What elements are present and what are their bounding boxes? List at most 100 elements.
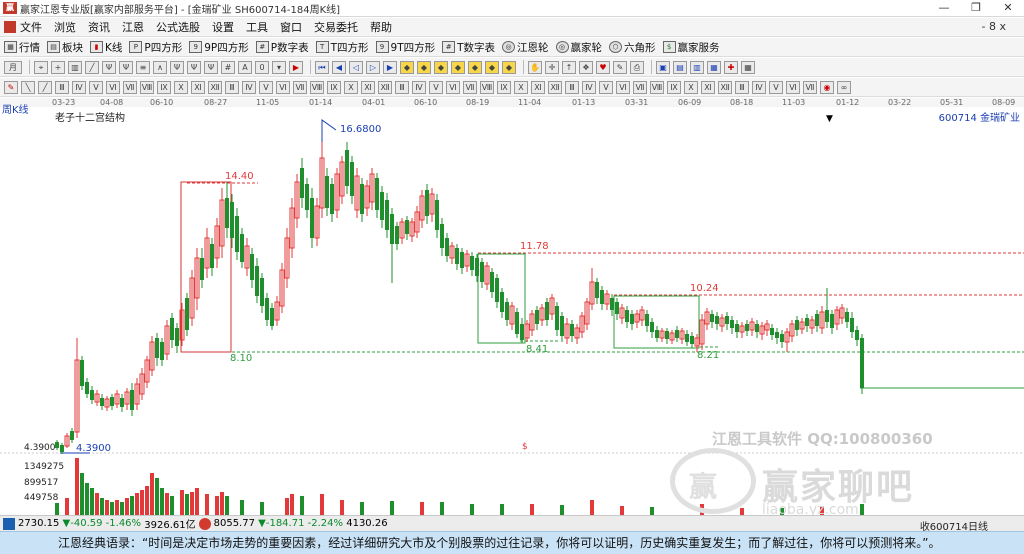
menu-help[interactable]: 帮助 [370,19,392,35]
menu-tools[interactable]: 工具 [246,19,268,35]
diamond-tool-7-icon[interactable]: ◆ [502,60,516,74]
bar-tool-23-icon[interactable]: Ⅴ [429,80,443,94]
bar-tool-19-icon[interactable]: Ⅺ [361,80,375,94]
channel-tool-icon[interactable]: ≡ [136,60,150,74]
flag-icon[interactable]: ▶ [289,60,303,74]
quotes-button[interactable]: ▦ 行情 [4,40,40,55]
bar-tool-31-icon[interactable]: Ⅲ [565,80,579,94]
window-icon[interactable]: ▣ [656,60,670,74]
bar-tool-43-icon[interactable]: Ⅴ [769,80,783,94]
minimize-button[interactable]: — [928,0,960,17]
9t-square-button[interactable]: 9 9T四方形 [375,40,435,55]
bar-tool-4-icon[interactable]: Ⅵ [106,80,120,94]
prev-icon[interactable]: ◀ [332,60,346,74]
bar-tool-40-icon[interactable]: Ⅻ [718,80,732,94]
p-number-table-button[interactable]: # P数字表 [255,40,309,55]
circle-tool-icon[interactable]: ◉ [820,80,834,94]
t-square-button[interactable]: T T四方形 [315,40,369,55]
bar-tool-42-icon[interactable]: Ⅳ [752,80,766,94]
bar-tool-27-icon[interactable]: Ⅸ [497,80,511,94]
line-tool-icon[interactable]: ╱ [85,60,99,74]
arrow-up-icon[interactable]: ↑ [562,60,576,74]
bar-tool-20-icon[interactable]: Ⅻ [378,80,392,94]
fork-tool-2-icon[interactable]: Ψ [119,60,133,74]
diamond-tool-icon[interactable]: ◆ [400,60,414,74]
menu-settings[interactable]: 设置 [212,19,234,35]
bar-tool-25-icon[interactable]: Ⅶ [463,80,477,94]
bar-tool-39-icon[interactable]: Ⅺ [701,80,715,94]
mdi-window-controls[interactable]: - 8 x [982,20,1006,33]
crosshair-icon[interactable]: ✛ [545,60,559,74]
bar-chart-icon[interactable]: ▥ [68,60,82,74]
bar-tool-15-icon[interactable]: Ⅶ [293,80,307,94]
book-icon[interactable]: ▦ [707,60,721,74]
back-icon[interactable]: ◁ [349,60,363,74]
tool-red-icon[interactable]: ✚ [724,60,738,74]
bar-tool-38-icon[interactable]: Ⅹ [684,80,698,94]
bar-tool-10-icon[interactable]: Ⅻ [208,80,222,94]
bar-tool-36-icon[interactable]: Ⅷ [650,80,664,94]
winner-service-button[interactable]: $ 赢家服务 [662,40,720,55]
palette-icon[interactable]: ✎ [613,60,627,74]
bar-tool-7-icon[interactable]: Ⅸ [157,80,171,94]
bar-tool-17-icon[interactable]: Ⅸ [327,80,341,94]
bar-tool-13-icon[interactable]: Ⅴ [259,80,273,94]
kline-button[interactable]: ▮ K线 [90,40,122,55]
bar-tool-22-icon[interactable]: Ⅳ [412,80,426,94]
diamond-tool-6-icon[interactable]: ◆ [485,60,499,74]
bar-tool-35-icon[interactable]: Ⅶ [633,80,647,94]
bar-tool-11-icon[interactable]: Ⅲ [225,80,239,94]
first-icon[interactable]: ⏮ [315,60,329,74]
diamond-tool-5-icon[interactable]: ◆ [468,60,482,74]
bar-tool-18-icon[interactable]: Ⅹ [344,80,358,94]
9p-square-button[interactable]: 9 9P四方形 [189,40,249,55]
cursor-tool-icon[interactable]: ⌖ [34,60,48,74]
bar-tool-37-icon[interactable]: Ⅸ [667,80,681,94]
indicator-dropdown-icon[interactable]: ▼ [826,114,833,124]
text-tool-icon[interactable]: A [238,60,252,74]
bar-tool-9-icon[interactable]: Ⅺ [191,80,205,94]
bar-tool-32-icon[interactable]: Ⅳ [582,80,596,94]
next-icon[interactable]: ▷ [366,60,380,74]
bar-tool-34-icon[interactable]: Ⅵ [616,80,630,94]
fan-tool-icon[interactable]: ∧ [153,60,167,74]
restore-button[interactable]: ❐ [960,0,992,17]
kline-chart[interactable] [0,98,1024,515]
fan-tool-icon[interactable]: ╱ [38,80,52,94]
bar-tool-41-icon[interactable]: Ⅲ [735,80,749,94]
bar-tool-8-icon[interactable]: Ⅹ [174,80,188,94]
sector-button[interactable]: ▤ 板块 [47,40,83,55]
chart-area[interactable]: 03-23 04-08 06-10 08-27 11-05 01-14 04-0… [0,98,1024,518]
bar-tool-45-icon[interactable]: Ⅶ [803,80,817,94]
forward-icon[interactable]: ▶ [383,60,397,74]
menu-formula[interactable]: 公式选股 [156,19,200,35]
bar-tool-12-icon[interactable]: Ⅳ [242,80,256,94]
menu-trade[interactable]: 交易委托 [314,19,358,35]
fork-tool-5-icon[interactable]: Ψ [204,60,218,74]
print-icon[interactable]: ⎙ [630,60,644,74]
bar-tool-21-icon[interactable]: Ⅲ [395,80,409,94]
bar-tool-44-icon[interactable]: Ⅵ [786,80,800,94]
t-number-table-button[interactable]: # T数字表 [442,40,495,55]
menu-info[interactable]: 资讯 [88,19,110,35]
bar-tool-2-icon[interactable]: Ⅳ [72,80,86,94]
fork-tool-icon[interactable]: Ψ [102,60,116,74]
bar-tool-3-icon[interactable]: Ⅴ [89,80,103,94]
zoom-in-icon[interactable]: + [51,60,65,74]
bar-tool-33-icon[interactable]: Ⅴ [599,80,613,94]
bar-tool-6-icon[interactable]: Ⅷ [140,80,154,94]
bar-tool-14-icon[interactable]: Ⅵ [276,80,290,94]
hand-tool-icon[interactable]: ✋ [528,60,542,74]
fork-tool-3-icon[interactable]: Ψ [170,60,184,74]
winner-wheel-button[interactable]: ◎ 赢家轮 [555,40,602,55]
bar-tool-1-icon[interactable]: Ⅲ [55,80,69,94]
menu-file[interactable]: 文件 [20,19,42,35]
value-selector[interactable]: 0 [255,60,269,74]
menu-gann[interactable]: 江恩 [122,19,144,35]
bar-tool-26-icon[interactable]: Ⅷ [480,80,494,94]
save-icon[interactable]: ▤ [673,60,687,74]
bar-tool-16-icon[interactable]: Ⅷ [310,80,324,94]
p-square-button[interactable]: P P四方形 [129,40,182,55]
hexagon-button[interactable]: ⬡ 六角形 [609,40,656,55]
bar-tool-29-icon[interactable]: Ⅺ [531,80,545,94]
